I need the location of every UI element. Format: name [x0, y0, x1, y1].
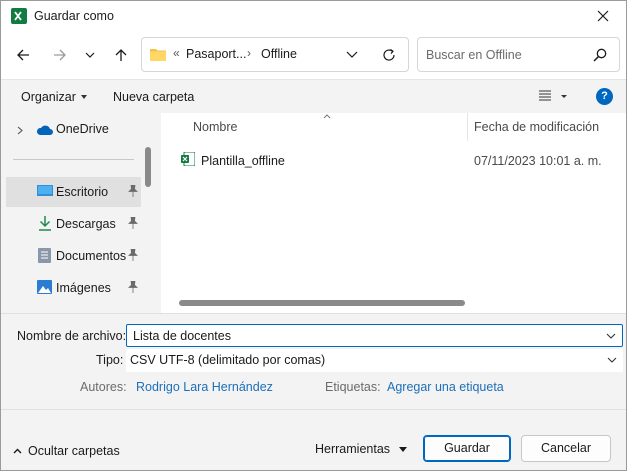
tags-label: Etiquetas: [325, 380, 381, 394]
recent-locations-button[interactable] [78, 43, 102, 67]
document-icon [38, 248, 51, 263]
new-folder-button[interactable]: Nueva carpeta [113, 90, 194, 104]
navigation-pane: OneDrive Escritorio Descargas Documentos… [1, 113, 159, 313]
chevron-right-icon[interactable] [17, 126, 23, 135]
view-options-button[interactable] [539, 89, 569, 106]
excel-icon [11, 8, 27, 24]
type-label: Tipo: [96, 353, 124, 367]
organize-label: Organizar [21, 90, 76, 104]
forward-button[interactable] [48, 43, 72, 67]
sort-ascending-icon [323, 114, 331, 119]
back-button[interactable] [11, 43, 35, 67]
chevron-down-icon [607, 357, 617, 363]
breadcrumb-overflow[interactable]: « [173, 46, 180, 60]
caret-down-icon [80, 95, 87, 99]
file-type-value: CSV UTF-8 (delimitado por comas) [130, 353, 326, 367]
pin-icon[interactable] [127, 217, 138, 229]
chevron-down-icon[interactable] [606, 333, 616, 340]
close-button[interactable] [580, 1, 626, 31]
column-header-name[interactable]: Nombre [193, 120, 237, 134]
breadcrumb-pasaport[interactable]: Pasaport... [186, 47, 246, 61]
desktop-icon [37, 185, 53, 196]
list-view-icon [539, 90, 567, 101]
sidebar-item-label: Imágenes [56, 281, 111, 295]
sidebar-scrollbar[interactable] [145, 147, 151, 187]
filename-field[interactable]: Lista de docentes [126, 324, 623, 347]
refresh-icon[interactable] [381, 47, 397, 63]
filename-input[interactable]: Lista de docentes [133, 329, 231, 343]
command-bar: Organizar Nueva carpeta ? [1, 79, 626, 113]
tags-input[interactable]: Agregar una etiqueta [387, 380, 504, 394]
image-icon [37, 280, 52, 294]
column-header-date[interactable]: Fecha de modificación [474, 120, 599, 134]
caret-down-icon[interactable] [399, 447, 407, 452]
sidebar-item-documentos[interactable]: Documentos [1, 241, 141, 271]
cloud-icon [36, 125, 53, 135]
sidebar-item-label: Documentos [56, 249, 127, 263]
pin-icon[interactable] [127, 185, 138, 197]
save-button[interactable]: Guardar [423, 435, 511, 462]
folder-icon [150, 49, 166, 61]
save-form: Nombre de archivo: Lista de docentes Tip… [1, 313, 626, 409]
tools-button[interactable]: Herramientas [315, 442, 390, 456]
horizontal-scrollbar[interactable] [179, 300, 465, 306]
cancel-button[interactable]: Cancelar [521, 435, 611, 462]
chevron-down-icon [85, 52, 95, 58]
search-input[interactable]: Buscar en Offline [426, 48, 522, 62]
arrow-up-icon [115, 49, 127, 61]
chevron-down-icon[interactable] [346, 49, 358, 59]
filename-label: Nombre de archivo: [17, 329, 127, 343]
help-icon[interactable]: ? [596, 88, 613, 105]
arrow-left-icon [17, 49, 29, 61]
sidebar-item-label: OneDrive [56, 122, 109, 136]
file-type-select[interactable]: CSV UTF-8 (delimitado por comas) [126, 349, 623, 372]
file-date: 07/11/2023 10:01 a. m. [474, 154, 602, 168]
up-button[interactable] [109, 43, 133, 67]
navigation-bar: « Pasaport... › Offline Buscar en Offlin… [1, 31, 626, 79]
title-bar: Guardar como [1, 1, 626, 31]
breadcrumb-offline[interactable]: Offline [261, 47, 297, 61]
sidebar-item-label: Escritorio [56, 185, 109, 199]
download-icon [39, 216, 51, 231]
pin-icon[interactable] [127, 281, 138, 293]
file-list: Nombre Fecha de modificación Plantilla_o… [161, 113, 626, 313]
chevron-up-icon [13, 448, 22, 454]
dialog-footer: Ocultar carpetas Herramientas Guardar Ca… [1, 409, 626, 470]
arrow-right-icon [54, 49, 66, 61]
column-separator[interactable] [467, 113, 468, 141]
hide-folders-label: Ocultar carpetas [28, 444, 120, 458]
sidebar-item-escritorio[interactable]: Escritorio [6, 177, 141, 207]
hide-folders-button[interactable]: Ocultar carpetas [13, 444, 120, 458]
authors-label: Autores: [80, 380, 127, 394]
search-icon [593, 48, 607, 62]
excel-file-icon [181, 152, 195, 166]
search-box[interactable]: Buscar en Offline [417, 37, 620, 72]
authors-value[interactable]: Rodrigo Lara Hernández [136, 380, 273, 394]
pin-icon[interactable] [127, 249, 138, 261]
file-name: Plantilla_offline [201, 154, 285, 168]
sidebar-item-descargas[interactable]: Descargas [1, 209, 141, 239]
sidebar-item-imagenes[interactable]: Imágenes [1, 273, 141, 303]
window-title: Guardar como [34, 9, 114, 23]
sidebar-item-label: Descargas [56, 217, 116, 231]
save-as-dialog: Guardar como « Pasaport... › Offline Bus… [0, 0, 627, 471]
address-bar[interactable]: « Pasaport... › Offline [141, 37, 409, 72]
organize-button[interactable]: Organizar [21, 90, 87, 104]
sidebar-item-onedrive[interactable]: OneDrive [1, 114, 141, 144]
breadcrumb-separator-icon: › [247, 46, 251, 60]
close-icon [597, 10, 609, 22]
sidebar-divider [13, 159, 134, 160]
